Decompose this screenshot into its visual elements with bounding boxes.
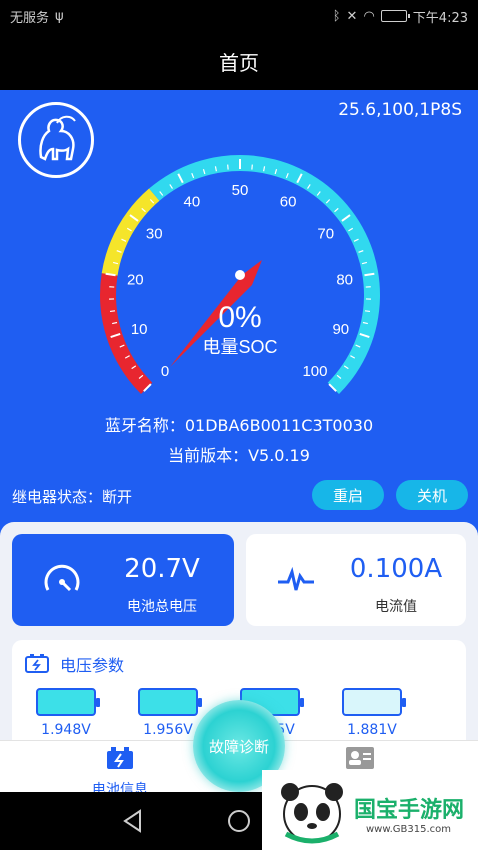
battery-icon [380, 10, 410, 22]
cell-2: 1.956V [138, 688, 204, 738]
usb-icon: ψ [55, 8, 64, 24]
home-icon[interactable] [226, 808, 252, 834]
cell-voltage: 1.956V [143, 722, 193, 738]
gauge-tick-label: 60 [280, 194, 297, 211]
camel-icon [39, 115, 76, 161]
gauge-tick-label: 70 [317, 226, 334, 243]
gauge-tick [109, 310, 116, 313]
gauge-needle-hub [235, 270, 245, 280]
total-voltage-label: 电池总电压 [127, 599, 197, 615]
gauge-tick-label: 100 [302, 363, 327, 380]
total-voltage-card[interactable]: 20.7V 电池总电压 [12, 534, 234, 626]
wifi-icon: ◠ [363, 8, 375, 24]
soc-value: 0% [218, 301, 261, 334]
total-voltage-value: 20.7V [124, 554, 200, 584]
status-bar: 无服务 ψ ᛒ ✕ ◠ 下午4:23 [0, 0, 478, 32]
pulse-icon [278, 566, 314, 591]
bluetooth-name: 蓝牙名称：01DBA6B0011C3T0030 [104, 416, 374, 435]
back-icon[interactable] [120, 808, 146, 834]
cell-battery-icon [36, 688, 100, 716]
gauge-tick-label: 30 [146, 226, 163, 243]
device-model: 25.6,100,1P8S [338, 100, 462, 120]
soc-gauge: 0 10 20 30 40 50 60 70 80 90 100 0% 电量SOC [90, 145, 390, 409]
page-title: 首页 [219, 50, 259, 75]
restart-button[interactable]: 重启 [312, 480, 384, 510]
soc-label: 电量SOC [202, 337, 277, 357]
power-off-button[interactable]: 关机 [396, 480, 468, 510]
gauge-tick-label: 0 [161, 363, 169, 380]
gauge-tick-label: 80 [336, 271, 353, 288]
gauge-tick-label: 50 [232, 182, 249, 199]
gauge-tick [364, 310, 371, 313]
site-watermark: 国宝手游网 www.GB315.com [262, 770, 478, 850]
clock: 下午4:23 [412, 10, 468, 26]
panda-logo-icon [281, 783, 343, 844]
current-value: 0.100A [349, 554, 443, 584]
id-card-icon [346, 747, 374, 769]
watermark-name: 国宝手游网 [354, 798, 465, 823]
cell-voltage: 1.948V [41, 722, 91, 738]
battery-charge-icon [25, 654, 49, 673]
mute-icon: ✕ [346, 8, 358, 24]
cell-battery-icon [342, 688, 406, 716]
speedometer-icon [44, 564, 80, 592]
gauge-tick-label: 40 [184, 194, 201, 211]
watermark-url: www.GB315.com [366, 824, 452, 835]
cell-4: 1.881V [342, 688, 408, 738]
cell-1: 1.948V [36, 688, 102, 738]
bluetooth-icon: ᛒ [332, 8, 341, 24]
soc-gauge-svg: 0 10 20 30 40 50 60 70 80 90 100 0% 电量SOC [100, 155, 380, 394]
page-title-bar: 首页 [0, 32, 478, 90]
camel-logo [18, 102, 94, 178]
gauge-tick-label: 20 [127, 271, 144, 288]
relay-status: 继电器状态：断开 [12, 488, 133, 506]
carrier-text: 无服务 [10, 10, 50, 26]
main-dashboard: 25.6,100,1P8S 0 10 20 30 40 50 60 70 80 90 100 0% … [0, 90, 478, 740]
voltage-params-title: 电压参数 [60, 656, 125, 675]
tab-battery-info[interactable]: 电池信息 [60, 741, 180, 798]
battery-icon [107, 747, 133, 769]
cell-voltage: 1.881V [347, 722, 397, 738]
firmware-version: 当前版本：V5.0.19 [168, 446, 310, 465]
current-label: 电流值 [375, 599, 417, 615]
gauge-tick-label: 10 [131, 321, 148, 338]
gauge-tick-label: 90 [332, 321, 349, 338]
current-card[interactable]: 0.100A 电流值 [246, 534, 466, 626]
cell-battery-icon [138, 688, 202, 716]
